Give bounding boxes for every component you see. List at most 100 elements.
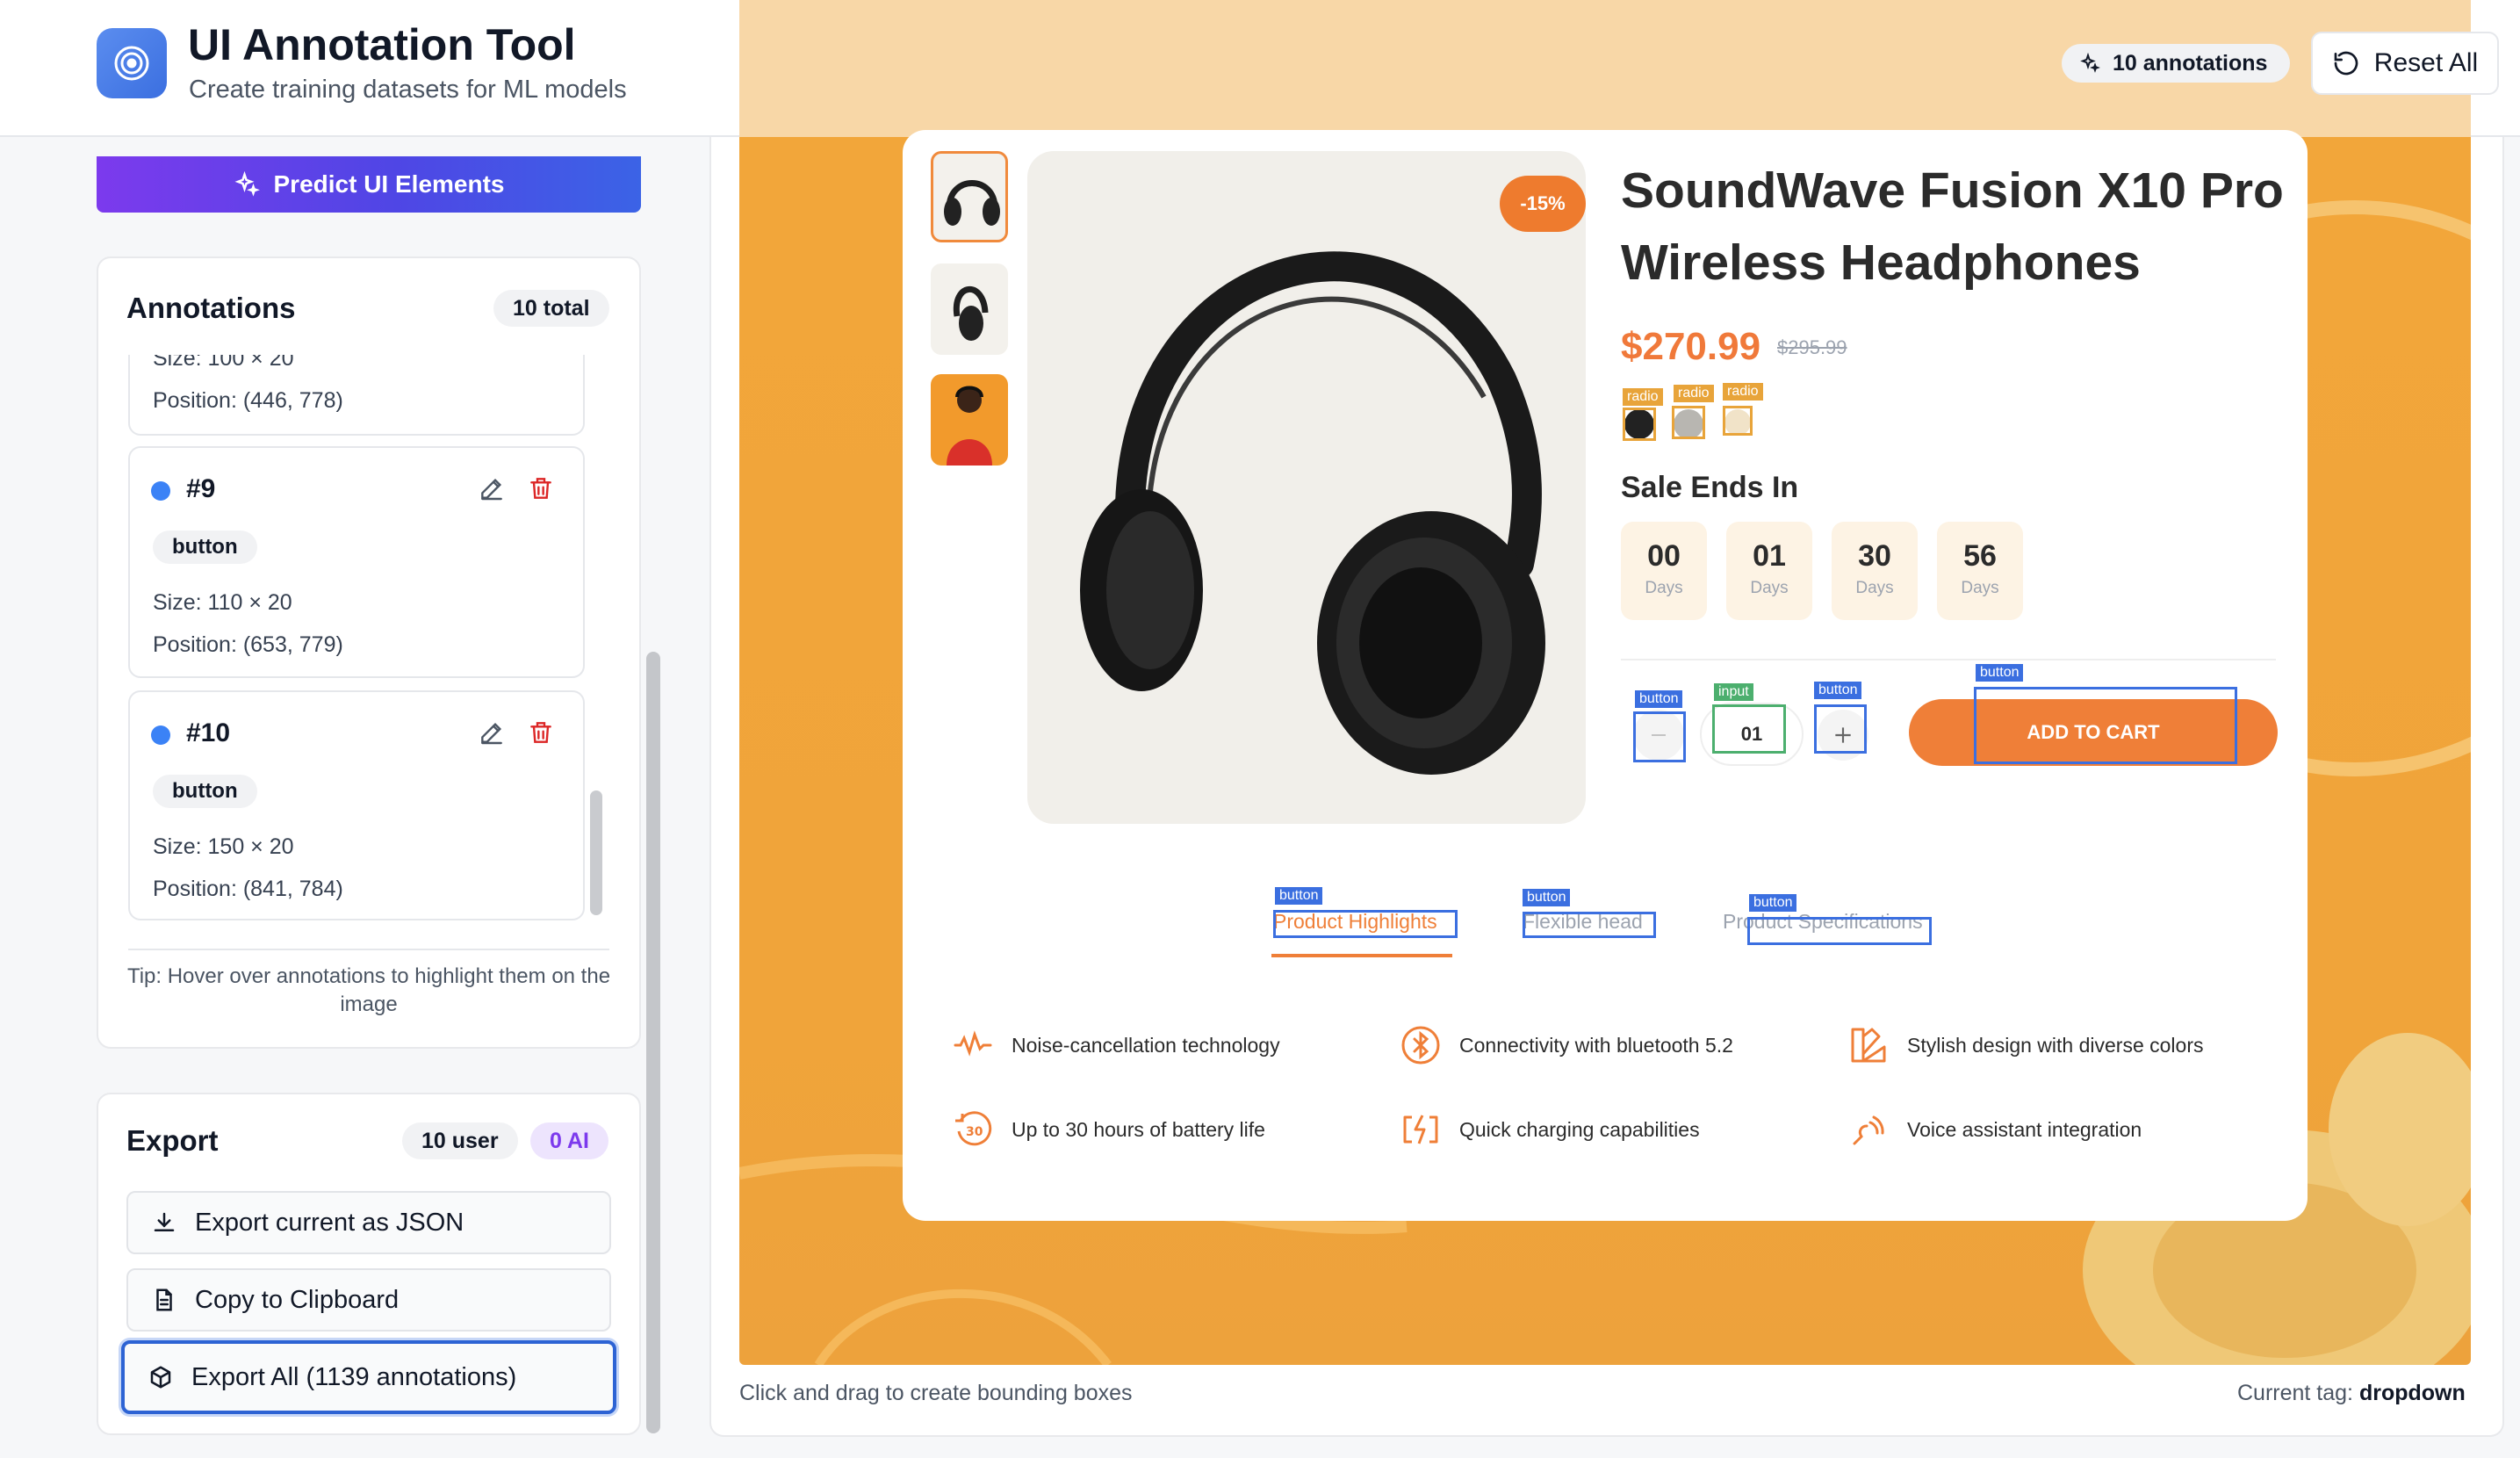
reset-all-button[interactable]: Reset All [2311, 32, 2499, 95]
annotation-label-button: button [1814, 682, 1862, 699]
annotation-box-radio[interactable] [1623, 408, 1656, 441]
annotations-scrollbar[interactable] [590, 790, 602, 915]
annotation-position: Position: (446, 778) [153, 388, 343, 413]
countdown-box: 30 Days [1832, 522, 1918, 620]
copy-clipboard-button[interactable]: Copy to Clipboard [126, 1268, 611, 1332]
reset-icon [2334, 51, 2358, 76]
product-title: SoundWave Fusion X10 Pro Wireless Headph… [1621, 162, 2284, 291]
divider [1621, 659, 2276, 660]
thumbnail-headphones-side[interactable] [931, 263, 1008, 355]
current-tag-indicator: Current tag: dropdown [2237, 1381, 2466, 1406]
countdown-value: 56 [1963, 539, 1997, 573]
product-hero-image [1027, 151, 1586, 824]
annotation-position: Position: (841, 784) [153, 877, 343, 901]
app-title: UI Annotation Tool [188, 20, 576, 69]
copy-clipboard-label: Copy to Clipboard [195, 1285, 400, 1314]
voice-icon [1853, 1115, 1884, 1145]
annotation-box-button[interactable] [1523, 912, 1656, 938]
annotation-size: Size: 150 × 20 [153, 834, 294, 859]
current-tag-value: dropdown [2358, 1381, 2466, 1405]
countdown-unit: Days [1750, 579, 1789, 597]
annotation-box-button[interactable] [1633, 711, 1686, 762]
annotations-heading: Annotations [126, 292, 296, 324]
annotation-label-button: button [1749, 894, 1797, 912]
divider [128, 949, 609, 950]
annotation-id: #10 [186, 718, 231, 747]
annotation-box-button[interactable] [1974, 687, 2237, 764]
headphones-illustration [1080, 251, 1545, 775]
feature-text: Voice assistant integration [1907, 1117, 2142, 1141]
annotation-size: Size: 100 × 20 [153, 355, 294, 371]
countdown-unit: Days [1961, 579, 1999, 597]
feature-item: Stylish design with diverse colors [1847, 1024, 2203, 1066]
headphones-icon [944, 180, 1000, 226]
annotation-label-button: button [1635, 690, 1683, 708]
export-json-button[interactable]: Export current as JSON [126, 1191, 611, 1254]
export-json-label: Export current as JSON [195, 1208, 464, 1237]
countdown-value: 00 [1647, 539, 1681, 573]
current-tag-label: Current tag: [2237, 1381, 2354, 1405]
annotation-label-radio: radio [1623, 388, 1663, 406]
countdown-value: 30 [1858, 539, 1891, 573]
annotation-box-button[interactable] [1747, 917, 1932, 945]
annotation-label-input: input [1714, 683, 1753, 701]
feature-item: Noise-cancellation technology [952, 1024, 1280, 1066]
bluetooth-icon [1401, 1026, 1440, 1065]
annotation-type-badge: button [153, 531, 257, 564]
annotation-box-button[interactable] [1273, 910, 1458, 938]
ear-wave-icon [954, 1030, 992, 1057]
sparkle-icon [2080, 53, 2100, 73]
annotation-type-badge: button [153, 775, 257, 808]
annotation-box-button[interactable] [1814, 704, 1867, 754]
edit-icon[interactable] [478, 718, 506, 747]
annotations-total-badge: 10 total [493, 290, 609, 327]
user-count-badge: 10 user [402, 1122, 518, 1159]
feature-item: Connectivity with bluetooth 5.2 [1400, 1024, 1733, 1066]
target-logo-icon [97, 28, 167, 98]
annotations-count-badge: 10 annotations [2062, 44, 2291, 83]
ai-count-badge: 0 AI [530, 1122, 608, 1159]
feature-text: Connectivity with bluetooth 5.2 [1459, 1033, 1733, 1057]
annotation-box-input[interactable] [1712, 704, 1786, 754]
countdown-box: 56 Days [1937, 522, 2023, 620]
predict-ui-elements-button[interactable]: Predict UI Elements [97, 156, 641, 213]
countdown-unit: Days [1645, 579, 1683, 597]
product-old-price: $295.99 [1777, 336, 1847, 358]
discount-badge: -15% [1500, 176, 1586, 232]
delete-icon[interactable] [527, 474, 555, 502]
export-all-button[interactable]: Export All (1139 annotations) [121, 1340, 616, 1414]
sidebar-scrollbar[interactable] [646, 652, 660, 1433]
annotations-list[interactable]: Size: 100 × 20 Position: (446, 778) #9 b… [97, 355, 588, 952]
annotation-color-dot [151, 725, 170, 745]
hover-tip: Tip: Hover over annotations to highlight… [126, 964, 611, 1016]
annotation-size: Size: 110 × 20 [153, 590, 292, 615]
annotation-box-radio[interactable] [1723, 406, 1753, 436]
annotation-card[interactable]: #10 button Size: 150 × 20 Position: (841… [128, 690, 585, 920]
annotation-label-button: button [1976, 664, 2024, 682]
thumbnail-model-photo[interactable] [931, 374, 1008, 466]
palette-icon [1851, 1028, 1886, 1063]
lightning-icon [1403, 1115, 1438, 1144]
delete-icon[interactable] [527, 718, 555, 747]
annotations-count-text: 10 annotations [2113, 50, 2268, 76]
headphones-icon [953, 285, 989, 341]
thumbnail-headphones-front[interactable] [931, 151, 1008, 242]
annotation-label-button: button [1275, 887, 1323, 905]
feature-text: Quick charging capabilities [1459, 1117, 1700, 1141]
predict-label: Predict UI Elements [273, 170, 505, 198]
annotation-card[interactable]: #9 button Size: 110 × 20 Position: (653,… [128, 446, 585, 678]
download-icon [154, 1212, 175, 1231]
annotation-label-button: button [1523, 889, 1571, 906]
sale-heading: Sale Ends In [1621, 471, 1799, 504]
edit-icon[interactable] [478, 474, 506, 502]
annotation-box-radio[interactable] [1672, 406, 1705, 439]
export-heading: Export [126, 1124, 219, 1157]
annotation-color-dot [151, 481, 170, 501]
countdown-box: 00 Days [1621, 522, 1707, 620]
feature-item: Voice assistant integration [1847, 1108, 2142, 1151]
annotation-card[interactable]: Size: 100 × 20 Position: (446, 778) [128, 355, 585, 436]
canvas-hint: Click and drag to create bounding boxes [739, 1381, 1133, 1405]
feature-text: Up to 30 hours of battery life [1012, 1117, 1265, 1141]
countdown-unit: Days [1855, 579, 1894, 597]
package-icon [150, 1366, 171, 1389]
